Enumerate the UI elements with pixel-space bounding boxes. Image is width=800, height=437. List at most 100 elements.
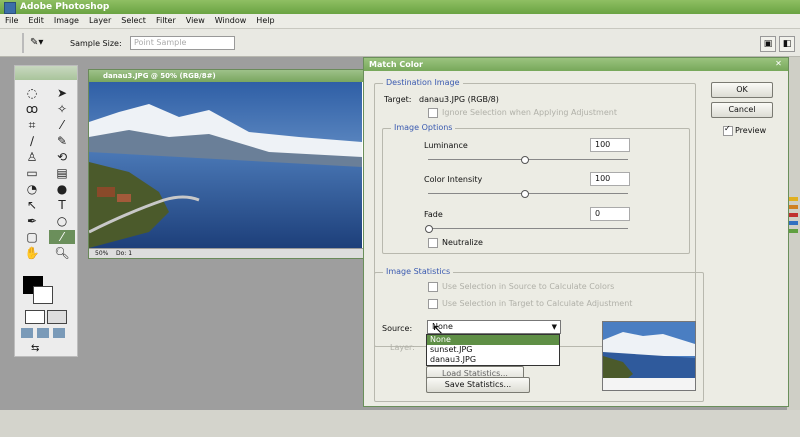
target-value: danau3.JPG (RGB/8) [419,95,499,104]
document-window[interactable]: danau3.JPG @ 50% (RGB/8#) 50% Do: 1 [88,69,370,259]
marquee-tool-icon[interactable]: ◌ [19,86,45,100]
use-source-selection-checkbox[interactable] [428,282,438,292]
eyedropper-tool-icon[interactable]: ⁄ [49,230,75,244]
hand-tool-icon[interactable]: ✋ [19,246,45,260]
menu-image[interactable]: Image [49,14,84,28]
zoom-level[interactable]: 50% [95,250,108,257]
standard-mode-icon[interactable] [25,310,45,324]
sample-size-label: Sample Size: [70,39,122,48]
history-brush-icon[interactable]: ⟲ [49,150,75,164]
source-dropdown: None sunset.JPG danau3.JPG [426,334,560,366]
zoom-tool-icon[interactable]: 🔍︎ [49,246,75,260]
options-grip [22,33,24,53]
document-image [89,82,362,248]
source-select[interactable]: None ▼ [427,320,561,334]
intensity-slider-thumb[interactable] [521,190,529,198]
fade-label: Fade [424,210,443,219]
blur-tool-icon[interactable]: ◔ [19,182,45,196]
dropdown-option-none[interactable]: None [427,335,559,345]
palette-well-icon[interactable]: ▣ [760,36,776,52]
doc-info: Do: 1 [115,250,133,257]
intensity-input[interactable]: 100 [590,172,630,186]
move-tool-icon[interactable]: ➤ [49,86,75,100]
image-statistics-legend: Image Statistics [383,267,454,276]
title-bar: Adobe Photoshop [0,0,800,14]
ok-button[interactable]: OK [711,82,773,98]
menu-bar: File Edit Image Layer Select Filter View Window… [0,14,800,29]
swatch-blue[interactable] [789,221,798,225]
menu-select[interactable]: Select [116,14,151,28]
menu-layer[interactable]: Layer [84,14,116,28]
menu-window[interactable]: Window [210,14,252,28]
photoshop-logo-icon [4,2,16,14]
status-area [0,410,800,437]
source-label: Source: [382,324,413,333]
preview-checkbox[interactable] [723,124,733,136]
fade-slider[interactable] [428,228,628,229]
use-target-selection-label: Use Selection in Target to Calculate Adj… [442,299,633,308]
preview-label: Preview [735,126,767,135]
toolbox-header [15,66,77,80]
save-statistics-button[interactable]: Save Statistics... [426,377,530,393]
crop-tool-icon[interactable]: ⌗ [19,118,45,132]
shape-tool-icon[interactable]: ○ [49,214,75,228]
ignore-selection-checkbox[interactable] [428,108,438,118]
document-status-bar: 50% Do: 1 [89,248,370,258]
layer-label: Layer: [390,343,415,352]
jump-to-imageready-icon[interactable]: ⇆ [31,343,39,354]
path-select-icon[interactable]: ↖ [19,198,45,212]
use-target-selection-checkbox[interactable] [428,299,438,309]
background-color-swatch[interactable] [33,286,53,304]
slice-tool-icon[interactable]: ⁄ [49,118,75,132]
source-thumbnail [602,321,696,391]
neutralize-label: Neutralize [442,238,483,247]
swatch-red[interactable] [789,213,798,217]
gradient-tool-icon[interactable]: ▤ [49,166,75,180]
sample-size-select[interactable]: Point Sample [130,36,235,50]
neutralize-checkbox[interactable] [428,238,438,248]
pen-tool-icon[interactable]: ✒ [19,214,45,228]
dodge-tool-icon[interactable]: ● [49,182,75,196]
magic-wand-icon[interactable]: ✧ [49,102,75,116]
use-source-selection-label: Use Selection in Source to Calculate Col… [442,282,615,291]
cancel-button[interactable]: Cancel [711,102,773,118]
eyedropper-icon[interactable]: ✎▾ [30,37,44,49]
fade-input[interactable]: 0 [590,207,630,221]
mouse-cursor-icon: ↖ [432,322,444,338]
notes-tool-icon[interactable]: ▢ [19,230,45,244]
type-tool-icon[interactable]: T [49,198,75,212]
stamp-tool-icon[interactable]: ♙ [19,150,45,164]
ignore-selection-label: Ignore Selection when Applying Adjustmen… [442,108,617,117]
swatch-orange[interactable] [789,205,798,209]
fade-slider-thumb[interactable] [425,225,433,233]
menu-help[interactable]: Help [251,14,279,28]
toolbox: ◌ ➤ ꝏ ✧ ⌗ ⁄ ∕ ✎ ♙ ⟲ ▭ ▤ ◔ ● ↖ T ✒ ○ ▢ ⁄ ✋ 🔍︎ ⇆ [14,65,78,357]
target-label: Target: [384,95,412,104]
document-title: danau3.JPG @ 50% (RGB/8#) [89,70,364,82]
menu-file[interactable]: File [0,14,23,28]
image-options-legend: Image Options [391,123,456,132]
swatch-yellow[interactable] [789,197,798,201]
luminance-input[interactable]: 100 [590,138,630,152]
lasso-tool-icon[interactable]: ꝏ [19,102,45,116]
swatch-green[interactable] [789,229,798,233]
screen-mode-icons[interactable] [21,328,69,338]
luminance-slider-thumb[interactable] [521,156,529,164]
dropdown-option-danau3[interactable]: danau3.JPG [427,355,559,365]
options-bar: ✎▾ Sample Size: Point Sample ▣ ◧ [0,29,800,57]
pencil-tool-icon[interactable]: ✎ [49,134,75,148]
dropdown-option-sunset[interactable]: sunset.JPG [427,345,559,355]
destination-legend: Destination Image [383,78,463,87]
dock-icon[interactable]: ◧ [779,36,795,52]
dialog-title: Match Color [364,58,788,71]
quick-mask-icon[interactable] [47,310,67,324]
menu-filter[interactable]: Filter [151,14,181,28]
eraser-tool-icon[interactable]: ▭ [19,166,45,180]
source-thumbnail-image [603,322,695,390]
menu-view[interactable]: View [181,14,210,28]
brush-tool-icon[interactable]: ∕ [19,134,45,148]
close-icon[interactable]: ✕ [773,59,784,69]
luminance-label: Luminance [424,141,468,150]
match-color-dialog: Match Color ✕ Destination Image Target: … [363,57,789,407]
menu-edit[interactable]: Edit [23,14,49,28]
